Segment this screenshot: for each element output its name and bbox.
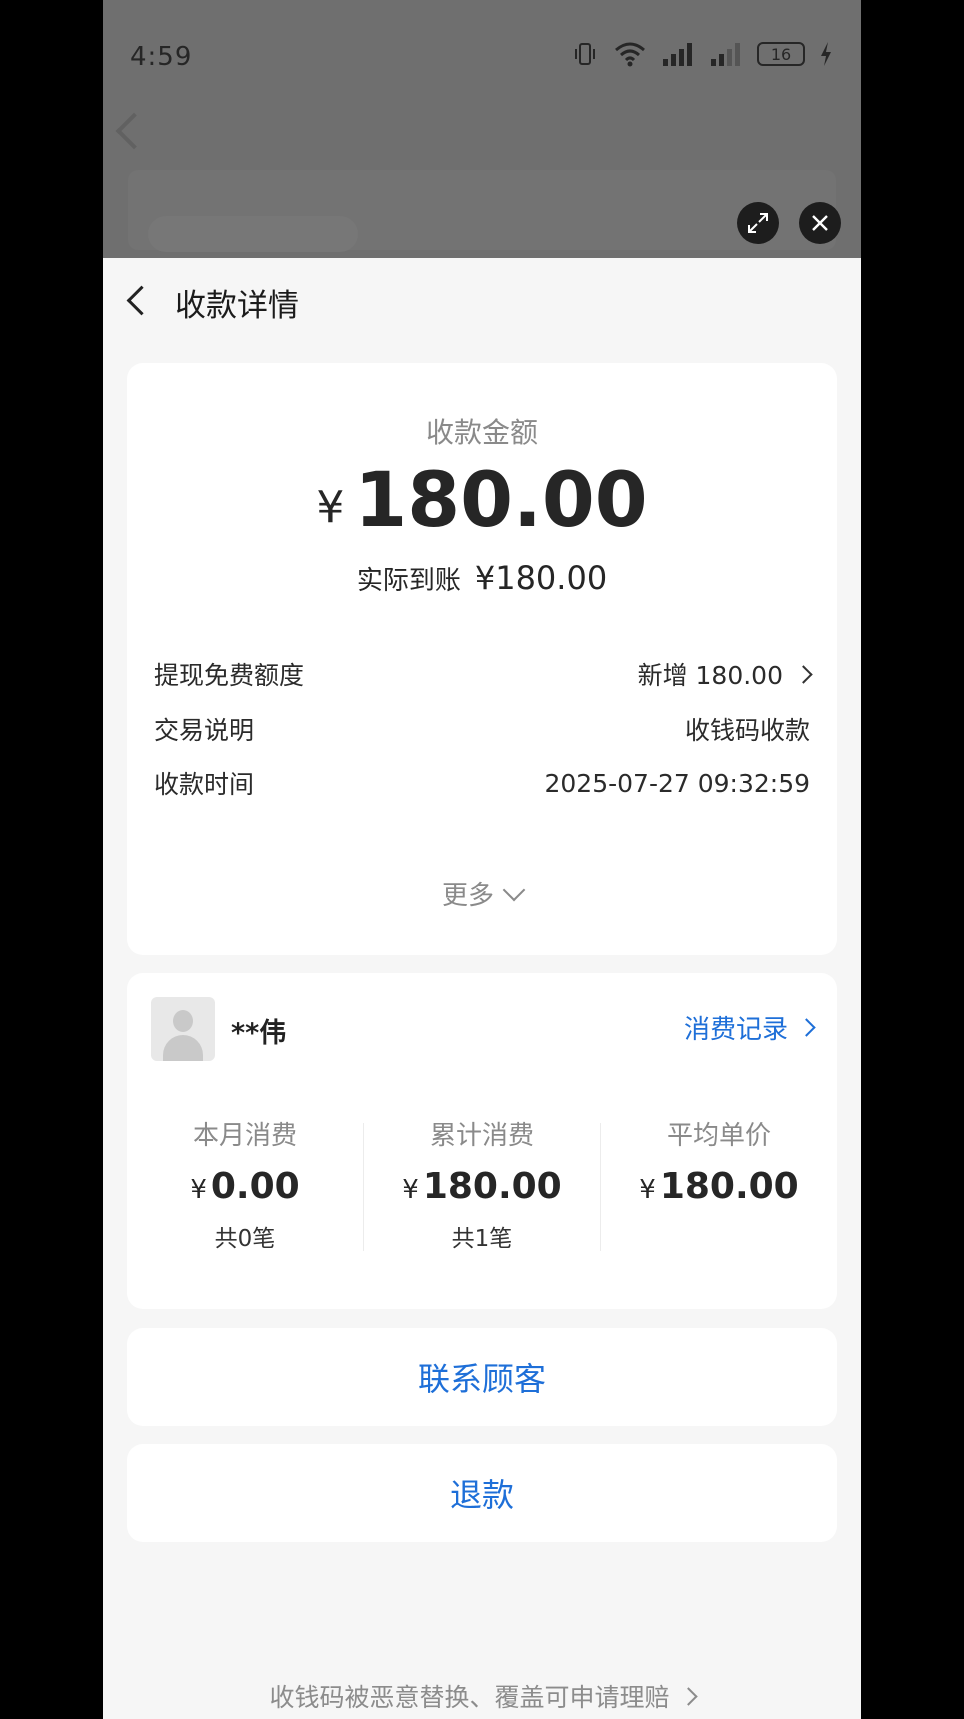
amount-card: 收款金额 ¥180.00 实际到账 ¥180.00 提现免费额度 新增 180.0… xyxy=(127,363,837,955)
background-placeholder xyxy=(148,216,358,252)
stat-value: ¥0.00 xyxy=(190,1166,300,1207)
vibrate-icon xyxy=(575,43,595,65)
back-icon[interactable] xyxy=(126,285,157,316)
page-title: 收款详情 xyxy=(175,288,299,324)
refund-button[interactable]: 退款 xyxy=(127,1444,837,1542)
amount-label: 收款金额 xyxy=(425,416,538,449)
chevron-down-icon xyxy=(502,878,526,901)
records-label: 消费记录 xyxy=(683,1015,788,1045)
avatar xyxy=(151,997,215,1061)
info-label: 交易说明 xyxy=(154,716,255,745)
info-row-withdraw-quota[interactable]: 提现免费额度 新增 180.00 xyxy=(154,656,813,692)
stat-value: ¥180.00 xyxy=(402,1166,562,1207)
stat-count: 共0笔 xyxy=(214,1226,276,1252)
stat-total: 累计消费 ¥180.00 共1笔 xyxy=(364,1115,600,1253)
stat-value: ¥180.00 xyxy=(639,1166,799,1207)
chevron-right-icon xyxy=(797,1018,816,1037)
expand-button[interactable] xyxy=(737,202,779,244)
actual-value: ¥180.00 xyxy=(474,559,608,597)
stat-label: 平均单价 xyxy=(666,1121,771,1151)
customer-card: **伟 消费记录 本月消费 ¥0.00 共0笔 累计消费 ¥180.00 共1笔… xyxy=(127,973,837,1309)
stat-label: 本月消费 xyxy=(192,1121,297,1151)
chevron-right-icon xyxy=(794,664,813,684)
close-icon xyxy=(812,215,828,231)
currency-symbol: ¥ xyxy=(316,482,345,533)
info-label: 收款时间 xyxy=(154,770,255,799)
charging-icon xyxy=(821,42,831,66)
status-icons: 16 xyxy=(571,40,833,68)
signal-icon xyxy=(663,43,692,66)
chevron-right-icon xyxy=(678,1686,698,1706)
amount-number: 180.00 xyxy=(354,455,648,544)
detail-sheet: 收款详情 收款金额 ¥180.00 实际到账 ¥180.00 提现免费额度 新增 … xyxy=(103,258,861,1719)
close-button[interactable] xyxy=(799,202,841,244)
info-value: 新增 180.00 xyxy=(637,661,783,690)
claim-label: 收钱码被恶意替换、覆盖可申请理赔 xyxy=(269,1683,670,1712)
signal-icon-2 xyxy=(711,43,740,66)
amount-value: ¥180.00 xyxy=(127,455,837,544)
wifi-icon xyxy=(615,42,645,67)
info-row-description: 交易说明 收钱码收款 xyxy=(154,711,810,747)
info-value: 收钱码收款 xyxy=(684,716,810,745)
actual-label: 实际到账 xyxy=(356,566,461,596)
sheet-header: 收款详情 xyxy=(103,258,861,338)
info-label: 提现免费额度 xyxy=(154,661,305,690)
customer-name: **伟 xyxy=(231,1018,287,1049)
status-time: 4:59 xyxy=(130,42,193,72)
consumption-records-link[interactable]: 消费记录 xyxy=(683,1009,816,1046)
contact-customer-button[interactable]: 联系顾客 xyxy=(127,1328,837,1426)
more-label: 更多 xyxy=(441,881,494,911)
claim-link[interactable]: 收钱码被恶意替换、覆盖可申请理赔 xyxy=(103,1678,861,1714)
stat-label: 累计消费 xyxy=(429,1121,534,1151)
stat-average: 平均单价 ¥180.00 xyxy=(601,1115,837,1219)
more-toggle[interactable]: 更多 xyxy=(127,875,837,912)
info-row-time: 收款时间 2025-07-27 09:32:59 xyxy=(154,765,810,801)
actual-received: 实际到账 ¥180.00 xyxy=(127,559,837,597)
info-value: 2025-07-27 09:32:59 xyxy=(544,768,810,798)
phone-screen: 4:59 16 收款详情 收款金额 ¥ 180.00 实际到账 ¥180.00 … xyxy=(103,0,861,1719)
battery-icon: 16 xyxy=(757,42,805,66)
background-back-icon xyxy=(115,112,153,150)
stat-month: 本月消费 ¥0.00 共0笔 xyxy=(127,1115,363,1253)
dimmed-background[interactable]: 4:59 16 xyxy=(103,0,861,258)
stat-count: 共1笔 xyxy=(451,1226,513,1252)
expand-icon xyxy=(748,213,768,233)
